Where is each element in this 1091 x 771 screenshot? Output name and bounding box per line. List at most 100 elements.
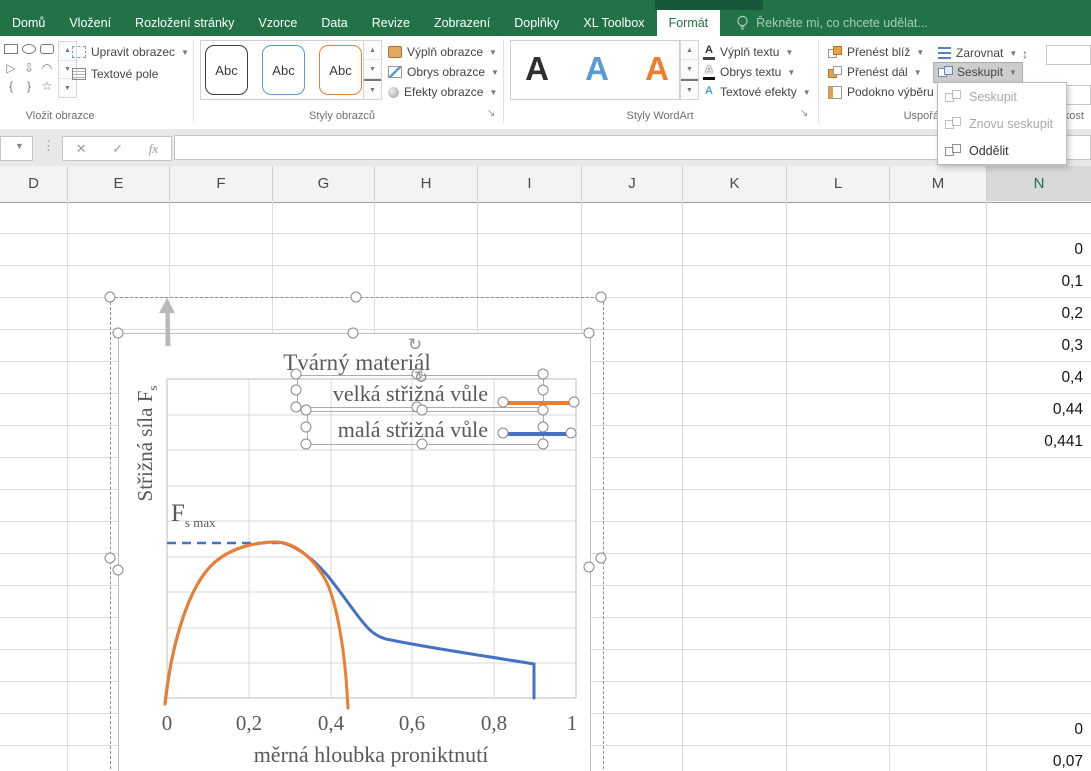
selection-handle[interactable] bbox=[351, 292, 362, 303]
enter-icon[interactable]: ✓ bbox=[112, 141, 123, 157]
selection-handle[interactable] bbox=[596, 553, 607, 564]
chart-selection-handle[interactable] bbox=[584, 562, 595, 573]
shape-style-scrollbar[interactable]: ▲▼▼ bbox=[363, 40, 382, 100]
formula-bar-grip[interactable]: ⋮ bbox=[42, 138, 55, 154]
scroll-down-icon[interactable]: ▼ bbox=[364, 60, 381, 79]
column-header-f[interactable]: F bbox=[170, 166, 273, 201]
insert-function-icon[interactable]: f​x bbox=[149, 141, 158, 157]
column-header-h[interactable]: H bbox=[375, 166, 478, 201]
shape-ellipse-icon[interactable] bbox=[20, 42, 38, 58]
cell-n-value[interactable]: 0 bbox=[987, 234, 1083, 266]
selection-pane-button[interactable]: Podokno výběru bbox=[828, 84, 934, 100]
cell-n-value[interactable]: 0,44 bbox=[987, 394, 1083, 426]
tab-zobrazeni[interactable]: Zobrazení bbox=[422, 10, 502, 36]
cell-n-value[interactable]: 0,4 bbox=[987, 362, 1083, 394]
rotate-handle-icon[interactable]: ↻ bbox=[408, 335, 422, 355]
shape-style-black[interactable]: Abc bbox=[205, 45, 248, 95]
wordart-style-blue[interactable]: A bbox=[577, 44, 617, 94]
wordart-style-orange[interactable]: A bbox=[637, 44, 677, 94]
selection-handle[interactable] bbox=[105, 553, 116, 564]
column-header-m[interactable]: M bbox=[890, 166, 987, 201]
gallery-more-icon[interactable]: ▼ bbox=[364, 79, 381, 99]
tab-xl-toolbox[interactable]: XL Toolbox bbox=[571, 10, 656, 36]
cell-n-value[interactable]: 0,3 bbox=[987, 330, 1083, 362]
column-header-g[interactable]: G bbox=[273, 166, 375, 201]
chart-selection-handle[interactable] bbox=[584, 328, 595, 339]
bring-forward-button[interactable]: Přenést blíž▼ bbox=[828, 44, 924, 60]
column-header-i[interactable]: I bbox=[478, 166, 582, 201]
column-header-d[interactable]: D bbox=[0, 166, 68, 201]
gallery-more-icon[interactable]: ▼ bbox=[681, 79, 698, 99]
column-header-n-selected[interactable]: N bbox=[987, 166, 1091, 201]
column-header-e[interactable]: E bbox=[68, 166, 170, 201]
textbox-handle[interactable] bbox=[301, 405, 312, 416]
shape-right-brace-icon[interactable]: } bbox=[20, 78, 38, 94]
cell-n-value[interactable]: 0,1 bbox=[987, 266, 1083, 298]
shape-height-field[interactable] bbox=[1046, 45, 1091, 65]
text-effects-button[interactable]: ATextové efekty▼ bbox=[703, 84, 811, 100]
text-box-button[interactable]: Textové pole bbox=[72, 66, 158, 82]
line-end-handle[interactable] bbox=[569, 397, 580, 408]
textbox-handle[interactable] bbox=[417, 439, 428, 450]
cell-n-value[interactable]: 0,441 bbox=[987, 426, 1083, 458]
dialog-launcher-icon[interactable]: ↘ bbox=[800, 108, 808, 119]
chart-selection-handle[interactable] bbox=[113, 328, 124, 339]
shape-outline-button[interactable]: Obrys obrazce▼ bbox=[388, 64, 499, 80]
tab-vlozeni[interactable]: Vložení bbox=[57, 10, 123, 36]
chart-selection-handle[interactable] bbox=[113, 565, 124, 576]
name-box-caret-icon[interactable]: ▼ bbox=[15, 141, 24, 151]
tab-format[interactable]: Formát bbox=[657, 10, 721, 36]
send-backward-button[interactable]: Přenést dál▼ bbox=[828, 64, 922, 80]
textbox-handle[interactable] bbox=[538, 385, 549, 396]
align-button[interactable]: Zarovnat▼ bbox=[938, 45, 1017, 61]
shape-star-icon[interactable]: ☆ bbox=[38, 78, 56, 94]
cell-n-value[interactable]: 0,07 bbox=[987, 746, 1083, 771]
text-fill-button[interactable]: AVýplň textu▼ bbox=[703, 44, 793, 60]
scroll-down-icon[interactable]: ▼ bbox=[681, 60, 698, 79]
textbox-handle[interactable] bbox=[291, 369, 302, 380]
cancel-icon[interactable]: ✕ bbox=[76, 141, 87, 157]
column-header-k[interactable]: K bbox=[683, 166, 787, 201]
group-button[interactable]: Seskupit▼ bbox=[938, 64, 1017, 80]
wordart-style-black[interactable]: A bbox=[517, 44, 557, 94]
line-end-handle[interactable] bbox=[498, 428, 509, 439]
shape-rectangle-icon[interactable] bbox=[2, 42, 20, 58]
textbox-handle[interactable] bbox=[538, 422, 549, 433]
edit-shape-button[interactable]: Upravit obrazec▼ bbox=[72, 44, 189, 60]
column-header-l[interactable]: L bbox=[787, 166, 890, 201]
shape-down-arrow-icon[interactable]: ⇩ bbox=[20, 60, 38, 76]
shape-rounded-rect-icon[interactable] bbox=[38, 42, 56, 58]
cell-n-value[interactable]: 0,2 bbox=[987, 298, 1083, 330]
shape-fill-button[interactable]: Výplň obrazce▼ bbox=[388, 44, 497, 60]
shape-left-brace-icon[interactable]: { bbox=[2, 78, 20, 94]
tab-data[interactable]: Data bbox=[309, 10, 359, 36]
tab-domu[interactable]: Domů bbox=[0, 10, 57, 36]
tab-vzorce[interactable]: Vzorce bbox=[246, 10, 309, 36]
textbox-handle[interactable] bbox=[538, 405, 549, 416]
shape-style-orange[interactable]: Abc bbox=[319, 45, 362, 95]
scroll-up-icon[interactable]: ▲ bbox=[681, 41, 698, 60]
shape-style-blue[interactable]: Abc bbox=[262, 45, 305, 95]
textbox-handle[interactable] bbox=[538, 369, 549, 380]
tab-revize[interactable]: Revize bbox=[360, 10, 422, 36]
dialog-launcher-icon[interactable]: ↘ bbox=[487, 108, 495, 119]
line-end-handle[interactable] bbox=[566, 428, 577, 439]
textbox-handle[interactable] bbox=[538, 439, 549, 450]
textbox-handle[interactable] bbox=[291, 385, 302, 396]
tab-rozlozeni-stranky[interactable]: Rozložení stránky bbox=[123, 10, 246, 36]
rotate-handle-icon[interactable]: ↻ bbox=[414, 368, 428, 388]
selection-handle[interactable] bbox=[105, 292, 116, 303]
wordart-scrollbar[interactable]: ▲▼▼ bbox=[680, 40, 699, 100]
shape-effects-button[interactable]: Efekty obrazce▼ bbox=[388, 84, 497, 100]
text-outline-button[interactable]: AObrys textu▼ bbox=[703, 64, 795, 80]
line-end-handle[interactable] bbox=[498, 397, 509, 408]
menu-item-ungroup[interactable]: Oddělit bbox=[938, 137, 1066, 164]
textbox-handle[interactable] bbox=[301, 422, 312, 433]
cell-n-value[interactable]: 0 bbox=[987, 714, 1083, 746]
selection-handle[interactable] bbox=[596, 292, 607, 303]
textbox-handle[interactable] bbox=[301, 439, 312, 450]
scroll-up-icon[interactable]: ▲ bbox=[364, 41, 381, 60]
tab-doplnky[interactable]: Doplňky bbox=[502, 10, 571, 36]
shape-arc-icon[interactable]: ◠ bbox=[38, 60, 56, 76]
textbox-handle[interactable] bbox=[417, 405, 428, 416]
